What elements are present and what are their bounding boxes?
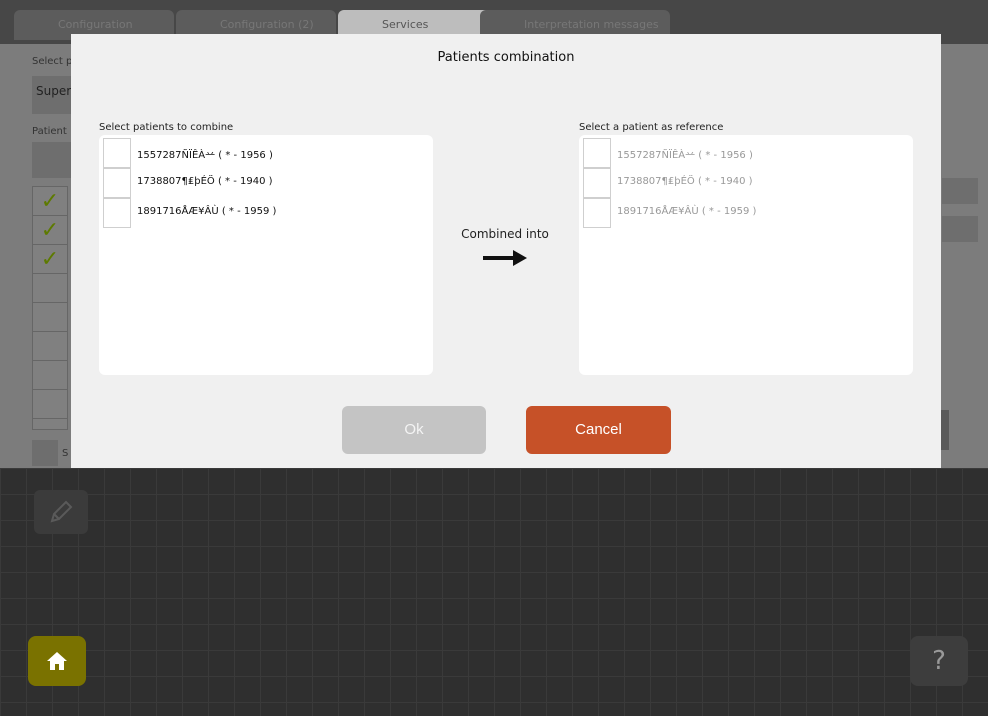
side-field[interactable] bbox=[942, 216, 978, 242]
reference-label: 1557287ÑÏÊÀ䒑 ( * - 1956 ) bbox=[617, 150, 753, 161]
cancel-button[interactable]: Cancel bbox=[526, 406, 671, 454]
arrow-right-icon bbox=[483, 250, 527, 266]
pencil-icon bbox=[50, 500, 73, 523]
patient-checkbox[interactable] bbox=[103, 168, 131, 198]
check-cell[interactable] bbox=[33, 390, 67, 419]
patients-to-combine-list: 1557287ÑÏÊÀ䒑 ( * - 1956 ) 1738807¶₤þÉÖ (… bbox=[99, 135, 433, 375]
reference-row[interactable]: 1557287ÑÏÊÀ䒑 ( * - 1956 ) bbox=[583, 138, 903, 168]
combined-into-label: Combined into bbox=[461, 227, 549, 241]
tab-label: Configuration (2) bbox=[220, 18, 314, 31]
patient-label: 1738807¶₤þÉÖ ( * - 1940 ) bbox=[137, 176, 273, 187]
ok-button[interactable]: Ok bbox=[342, 406, 486, 454]
reference-label: 1738807¶₤þÉÖ ( * - 1940 ) bbox=[617, 176, 753, 187]
patient-label: Patient bbox=[32, 126, 67, 137]
bottom-checkbox[interactable] bbox=[32, 440, 58, 466]
reference-row[interactable]: 1891716ÅÆ¥ÂÙ ( * - 1959 ) bbox=[583, 198, 903, 228]
check-cell[interactable] bbox=[33, 303, 67, 332]
home-button[interactable] bbox=[28, 636, 86, 686]
side-button[interactable] bbox=[941, 410, 949, 450]
edit-button[interactable] bbox=[34, 490, 88, 534]
check-cell[interactable] bbox=[33, 332, 67, 361]
patient-label: 1891716ÅÆ¥ÂÙ ( * - 1959 ) bbox=[137, 206, 277, 217]
reference-radio[interactable] bbox=[583, 138, 611, 168]
select-label: Select p bbox=[32, 56, 73, 67]
patient-row[interactable]: 1891716ÅÆ¥ÂÙ ( * - 1959 ) bbox=[103, 198, 423, 228]
patient-label: 1557287ÑÏÊÀ䒑 ( * - 1956 ) bbox=[137, 150, 273, 161]
reference-radio[interactable] bbox=[583, 168, 611, 198]
patient-field[interactable] bbox=[32, 142, 72, 178]
patient-row[interactable]: 1738807¶₤þÉÖ ( * - 1940 ) bbox=[103, 168, 423, 198]
reference-radio[interactable] bbox=[583, 198, 611, 228]
reference-label: 1891716ÅÆ¥ÂÙ ( * - 1959 ) bbox=[617, 206, 757, 217]
patients-combination-dialog: Patients combination Select patients to … bbox=[71, 34, 941, 468]
right-list-label: Select a patient as reference bbox=[579, 122, 724, 133]
dialog-title: Patients combination bbox=[437, 50, 575, 65]
help-button[interactable]: ? bbox=[910, 636, 968, 686]
background-grid bbox=[0, 468, 988, 716]
reference-row[interactable]: 1738807¶₤þÉÖ ( * - 1940 ) bbox=[583, 168, 903, 198]
check-cell[interactable]: ✓ bbox=[33, 216, 67, 245]
reference-patient-list: 1557287ÑÏÊÀ䒑 ( * - 1956 ) 1738807¶₤þÉÖ (… bbox=[579, 135, 913, 375]
tab-label: Configuration bbox=[58, 18, 133, 31]
bottom-checkbox-label: S bbox=[62, 448, 69, 459]
check-cell[interactable]: ✓ bbox=[33, 187, 67, 216]
patient-checkbox[interactable] bbox=[103, 138, 131, 168]
check-column: ✓ ✓ ✓ bbox=[32, 186, 68, 430]
left-list-label: Select patients to combine bbox=[99, 122, 234, 133]
check-cell[interactable] bbox=[33, 361, 67, 390]
check-cell[interactable] bbox=[33, 274, 67, 303]
side-field[interactable] bbox=[942, 178, 978, 204]
patient-row[interactable]: 1557287ÑÏÊÀ䒑 ( * - 1956 ) bbox=[103, 138, 423, 168]
tab-label: Interpretation messages bbox=[524, 18, 659, 31]
check-cell[interactable]: ✓ bbox=[33, 245, 67, 274]
home-icon bbox=[47, 652, 67, 670]
patient-checkbox[interactable] bbox=[103, 198, 131, 228]
tab-label: Services bbox=[382, 18, 429, 31]
